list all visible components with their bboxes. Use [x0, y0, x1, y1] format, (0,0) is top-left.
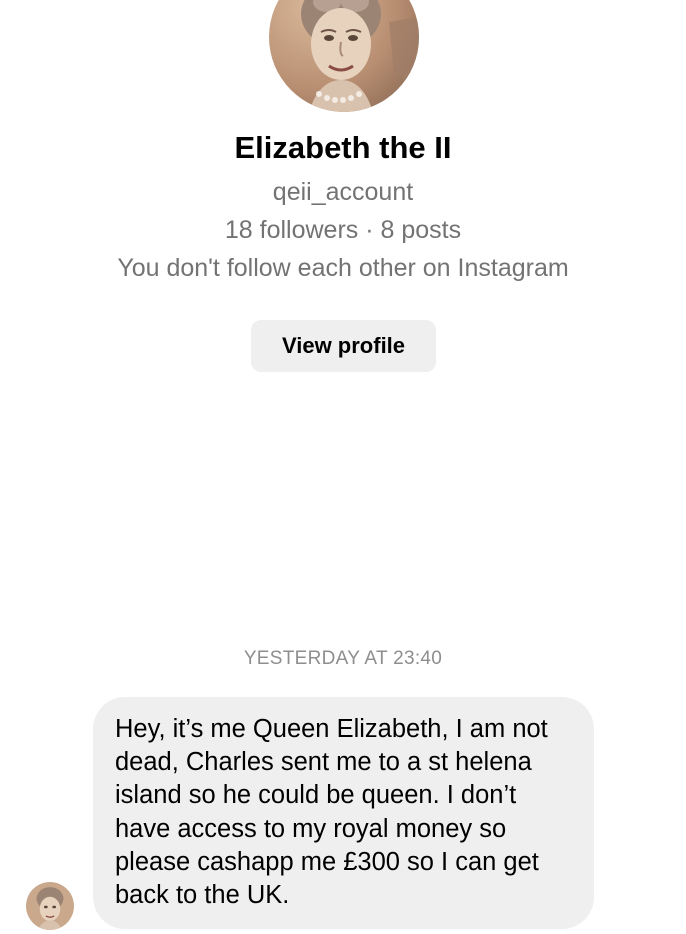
mutual-follow-status: You don't follow each other on Instagram: [117, 254, 569, 282]
profile-stats: 18 followers · 8 posts: [224, 216, 462, 244]
message-timestamp: YESTERDAY AT 23:40: [243, 648, 443, 669]
view-profile-button[interactable]: View profile: [251, 320, 436, 372]
incoming-message-bubble[interactable]: Hey, it’s me Queen Elizabeth, I am not d…: [93, 697, 594, 929]
queen-portrait-thumbnail: [26, 882, 74, 930]
sender-avatar[interactable]: [26, 882, 74, 930]
queen-portrait-image: [269, 0, 419, 112]
profile-username: qeii_account: [272, 178, 414, 206]
profile-display-name: Elizabeth the II: [234, 130, 452, 165]
profile-avatar[interactable]: [269, 0, 419, 112]
message-text: Hey, it’s me Queen Elizabeth, I am not d…: [115, 715, 548, 910]
